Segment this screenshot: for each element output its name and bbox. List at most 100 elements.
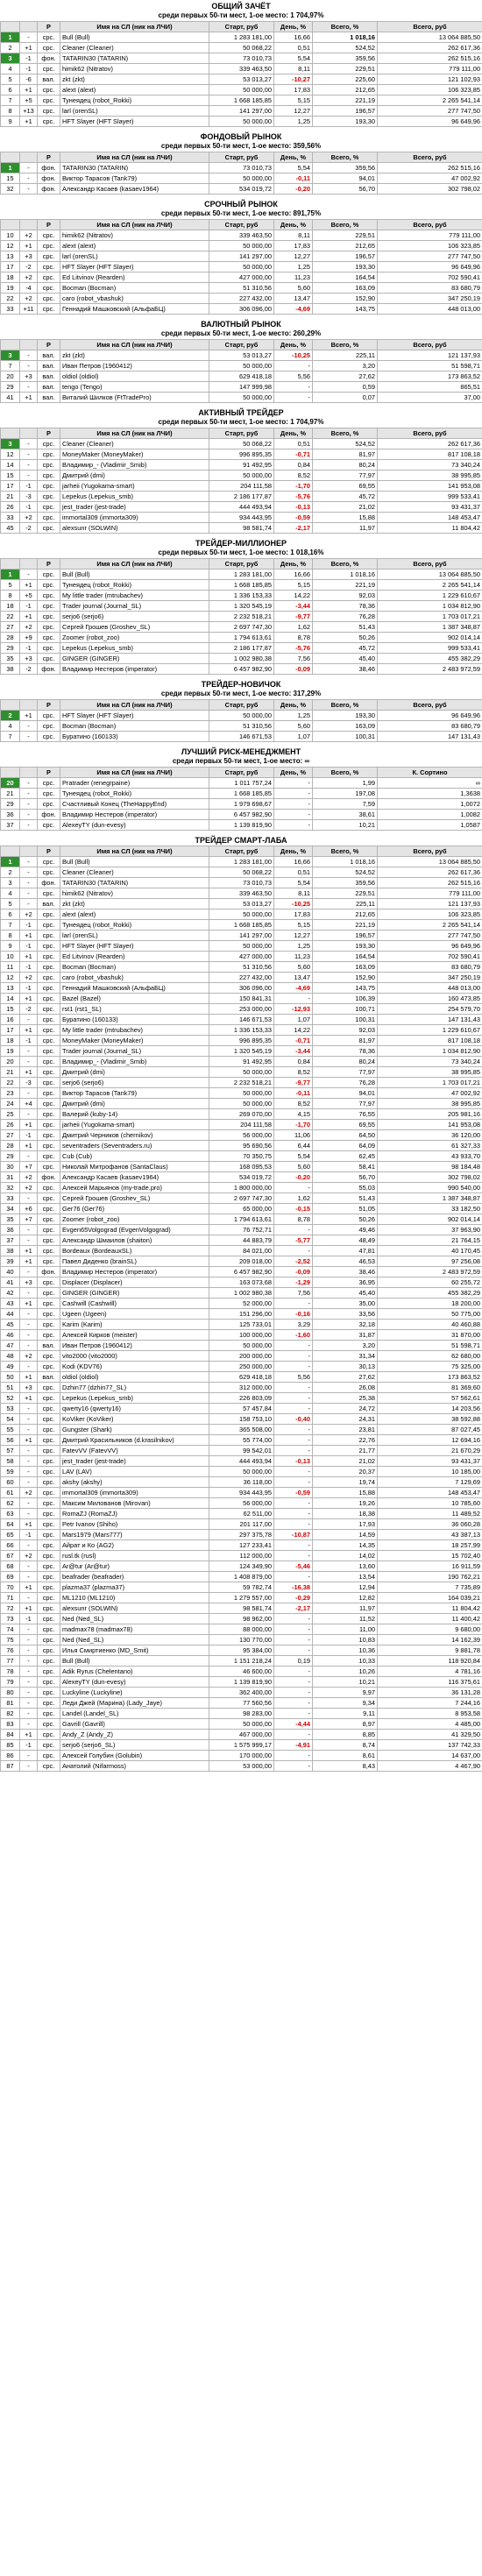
start-cell: 98 581,74 xyxy=(209,522,274,534)
change-cell: +1 xyxy=(19,1582,38,1593)
column-header: Р xyxy=(37,428,60,439)
change-cell: -1 xyxy=(19,501,38,513)
change-cell: +1 xyxy=(19,993,38,1004)
total-pct-cell: 3,20 xyxy=(312,1340,378,1351)
name-cell: AlexeyTY (dun-evesy) xyxy=(60,819,209,831)
total-pct-cell: 359,56 xyxy=(312,53,378,64)
day-cell: - xyxy=(273,1340,313,1351)
column-header xyxy=(0,219,20,230)
market-cell: срс. xyxy=(37,1161,60,1172)
table-header-row: Р Имя на СЛ (ник на ЛЧИ) Старт, руб День, %… xyxy=(0,152,482,163)
rank-cell: 5 xyxy=(0,898,20,909)
section-subtitle: среди первых 50-ти мест, 1-ое место: 1 7… xyxy=(158,11,324,19)
total-pct-cell: 221,19 xyxy=(312,95,378,106)
name-cell: Владимир Нестеров (imperator) xyxy=(60,663,209,675)
change-cell: -2 xyxy=(19,261,38,272)
day-cell: - xyxy=(273,1350,313,1362)
market-cell: срс. xyxy=(37,1434,60,1446)
total-rub-cell: 1,0082 xyxy=(377,809,482,820)
rank-cell: 39 xyxy=(0,1256,20,1267)
table-row: 21 -3 срс. Lepekus (Lepekus_smb) 2 186 177,8… xyxy=(0,491,482,502)
name-cell: Bocman (Bocman) xyxy=(60,961,209,973)
name-cell: Максим Милованов (Mirovan) xyxy=(60,1497,209,1509)
total-rub-cell: 277 747,50 xyxy=(377,930,482,941)
rank-cell: 9 xyxy=(0,116,20,127)
start-cell: 44 883,79 xyxy=(209,1235,274,1246)
total-pct-cell: 221,19 xyxy=(312,579,378,591)
change-cell: +3 xyxy=(19,1382,38,1393)
column-header: Всего, % xyxy=(312,558,378,570)
total-rub-cell: 2 265 541,14 xyxy=(377,95,482,106)
rank-cell: 22 xyxy=(0,611,20,622)
start-cell: 50 000,00 xyxy=(209,710,274,721)
start-cell: 98 283,00 xyxy=(209,1708,274,1719)
name-cell: ML1210 (ML1210) xyxy=(60,1592,209,1603)
name-cell: seventraders (Seventraders.ru) xyxy=(60,1140,209,1151)
day-cell: 14,22 xyxy=(273,1024,313,1036)
start-cell: 62 511,00 xyxy=(209,1508,274,1519)
day-cell: -0,13 xyxy=(273,501,313,513)
name-cell: Ger76 (Ger76) xyxy=(60,1203,209,1214)
name-cell: Adik Ryrus (Chelentano) xyxy=(60,1666,209,1677)
market-cell: фон. xyxy=(37,1266,60,1277)
rank-cell: 16 xyxy=(0,1014,20,1025)
name-cell: Александр Шмаилов (shaiton) xyxy=(60,1235,209,1246)
table-row: 14- срс. Владимир_- (Vladimir_Smib) 91 492,… xyxy=(0,459,482,471)
start-cell: 50 000,00 xyxy=(209,84,274,96)
day-cell: -0,71 xyxy=(273,449,313,460)
table-row: 8 +5 срс. My little trader (mtrubachev) 1 33… xyxy=(0,590,482,601)
change-cell: +9 xyxy=(19,632,38,643)
total-rub-cell: 106 323,85 xyxy=(377,909,482,920)
column-header: Всего, руб xyxy=(377,699,482,711)
change-cell: - xyxy=(19,1497,38,1509)
total-pct-cell: 9,34 xyxy=(312,1697,378,1709)
change-cell: +2 xyxy=(19,512,38,523)
start-cell: 95 384,00 xyxy=(209,1645,274,1656)
column-header xyxy=(19,339,38,350)
table-row: 29- срс. Счастливый Конец (TheHappyEnd) 1 9… xyxy=(0,798,482,810)
market-cell: срс. xyxy=(37,1518,60,1530)
rank-cell: 9 xyxy=(0,940,20,952)
change-cell: - xyxy=(19,1424,38,1435)
total-rub-cell: 97 256,08 xyxy=(377,1256,482,1267)
total-rub-cell: 43 387,13 xyxy=(377,1529,482,1540)
rank-cell: 7 xyxy=(0,95,20,106)
column-header: Имя на СЛ (ник на ЛЧИ) xyxy=(60,428,209,439)
day-cell: - xyxy=(273,1750,313,1761)
day-cell: - xyxy=(273,360,313,372)
day-cell: -1,70 xyxy=(273,1119,313,1130)
total-rub-cell: 147 131,43 xyxy=(377,731,482,742)
start-cell: 1 794 613,61 xyxy=(209,632,274,643)
total-pct-cell: 27,62 xyxy=(312,1371,378,1383)
total-rub-cell: 83 680,79 xyxy=(377,282,482,294)
change-cell: - xyxy=(19,1760,38,1772)
table-row: 45- срс. Karim (Karim) 125 733,01 3,29 32,18 4… xyxy=(0,1319,482,1330)
table-row: 81- срс. Леди Джей (Марина) (Lady_Jaye) 77 … xyxy=(0,1697,482,1709)
total-rub-cell: 93 431,37 xyxy=(377,1455,482,1467)
name-cell: Анатолий (Nifarmoss) xyxy=(60,1760,209,1772)
rank-cell: 29 xyxy=(0,798,20,810)
table-row: 65 -1 срс. Mars1979 (Mars777) 297 375,78 -10,… xyxy=(0,1529,482,1540)
total-pct-cell: 80,24 xyxy=(312,459,378,471)
name-cell: My little trader (mtrubachev) xyxy=(60,1024,209,1036)
total-pct-cell: 17,93 xyxy=(312,1518,378,1530)
rank-cell: 69 xyxy=(0,1571,20,1582)
total-pct-cell: 64,50 xyxy=(312,1129,378,1141)
change-cell: +1 xyxy=(19,1066,38,1078)
change-cell: - xyxy=(19,1235,38,1246)
table-row: 49- срс. Kodi (KDV76) 250 000,00-30,13 75 32… xyxy=(0,1361,482,1372)
rank-cell: 13 xyxy=(0,251,20,262)
total-rub-cell: 2 483 972,59 xyxy=(377,1266,482,1277)
day-cell: - xyxy=(273,1518,313,1530)
change-cell: +1 xyxy=(19,611,38,622)
table-row: 24 +4 срс. Дмитрий (dmi) 50 000,00 8,52 77,97 3… xyxy=(0,1098,482,1109)
section-8: ТРЕЙДЕР СМАРТ-ЛАБА Р Имя на СЛ (ник на ЛЧИ… xyxy=(0,836,482,1772)
market-cell: срс. xyxy=(37,1760,60,1772)
rank-cell: 40 xyxy=(0,1266,20,1277)
rank-cell: 4 xyxy=(0,63,20,74)
name-cell: rst1 (rst1_SL) xyxy=(60,1003,209,1015)
name-cell: zkt (zkt) xyxy=(60,898,209,909)
start-cell: 88 000,00 xyxy=(209,1624,274,1635)
total-pct-cell: 14,59 xyxy=(312,1529,378,1540)
rank-cell: 58 xyxy=(0,1455,20,1467)
